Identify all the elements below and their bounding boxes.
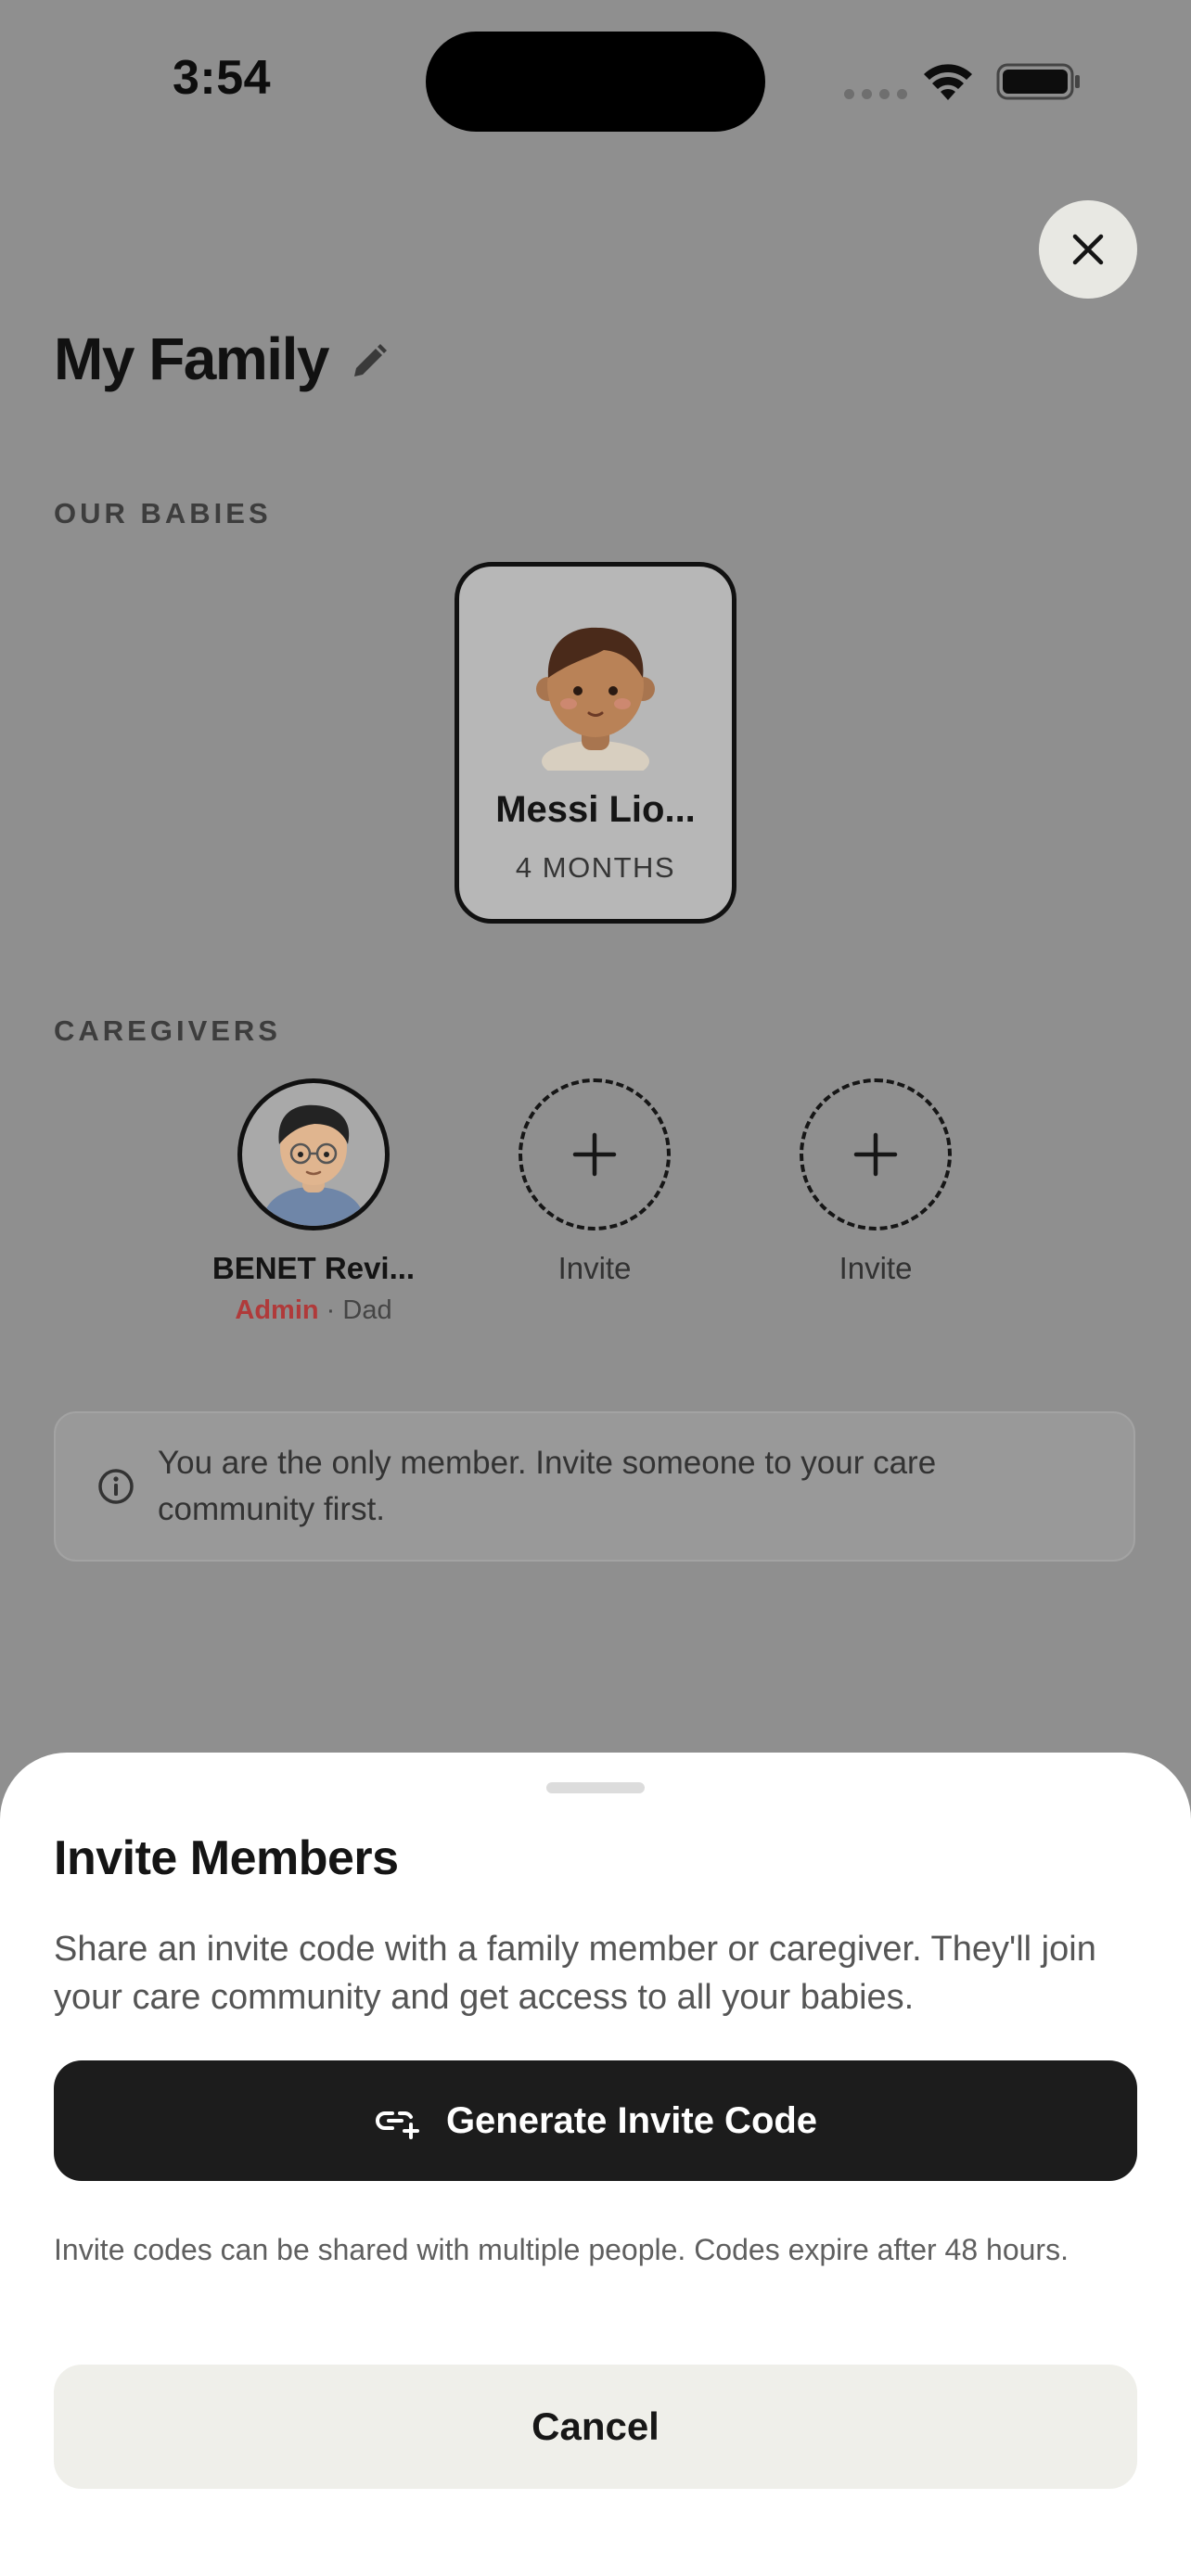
caregivers-section-label: CAREGIVERS — [54, 1014, 281, 1047]
close-icon — [1072, 234, 1104, 265]
baby-card[interactable]: Messi Lio... 4 MONTHS — [455, 562, 736, 924]
info-icon — [98, 1469, 134, 1504]
invite-members-sheet: Invite Members Share an invite code with… — [0, 1753, 1191, 2576]
invite-slot-button[interactable]: Invite — [479, 1078, 711, 1286]
baby-age: 4 MONTHS — [515, 851, 676, 884]
plus-icon — [853, 1132, 898, 1177]
info-banner: You are the only member. Invite someone … — [54, 1411, 1135, 1562]
cancel-button[interactable]: Cancel — [54, 2365, 1137, 2489]
pencil-icon[interactable] — [349, 341, 390, 382]
info-text: You are the only member. Invite someone … — [158, 1445, 937, 1527]
dynamic-island — [426, 32, 765, 132]
close-button[interactable] — [1039, 200, 1137, 299]
baby-avatar — [536, 627, 655, 771]
invite-circle — [519, 1078, 671, 1231]
cellular-signal-icon — [844, 89, 907, 99]
page-title: My Family — [54, 325, 329, 392]
sheet-description: Share an invite code with a family membe… — [54, 1930, 1096, 2017]
generate-invite-code-label: Generate Invite Code — [445, 2099, 818, 2141]
caregiver-member[interactable]: BENET Revi... Admin · Dad — [198, 1078, 429, 1326]
status-time: 3:54 — [173, 51, 272, 105]
battery-icon — [996, 63, 1080, 100]
caregiver-relation: Dad — [342, 1295, 392, 1325]
sheet-title: Invite Members — [54, 1831, 399, 1885]
baby-name: Messi Lio... — [495, 789, 696, 830]
plus-icon — [572, 1132, 617, 1177]
sheet-grabber[interactable] — [546, 1782, 645, 1793]
cancel-label: Cancel — [531, 2404, 660, 2448]
babies-section-label: OUR BABIES — [54, 497, 272, 529]
link-plus-icon — [376, 2111, 419, 2139]
invite-label: Invite — [557, 1251, 632, 1285]
generate-invite-code-button[interactable]: Generate Invite Code — [54, 2060, 1137, 2181]
role-separator: · — [318, 1295, 343, 1325]
avatar — [237, 1078, 390, 1231]
invite-label: Invite — [839, 1251, 913, 1285]
invite-slot-button[interactable]: Invite — [760, 1078, 992, 1286]
page-title-row: My Family — [54, 325, 390, 393]
admin-badge: Admin — [235, 1295, 319, 1325]
invite-code-note: Invite codes can be shared with multiple… — [54, 2233, 1069, 2266]
invite-circle — [800, 1078, 952, 1231]
caregiver-role: Admin · Dad — [235, 1295, 391, 1326]
wifi-icon — [924, 64, 972, 100]
caregiver-name: BENET Revi... — [211, 1251, 416, 1285]
